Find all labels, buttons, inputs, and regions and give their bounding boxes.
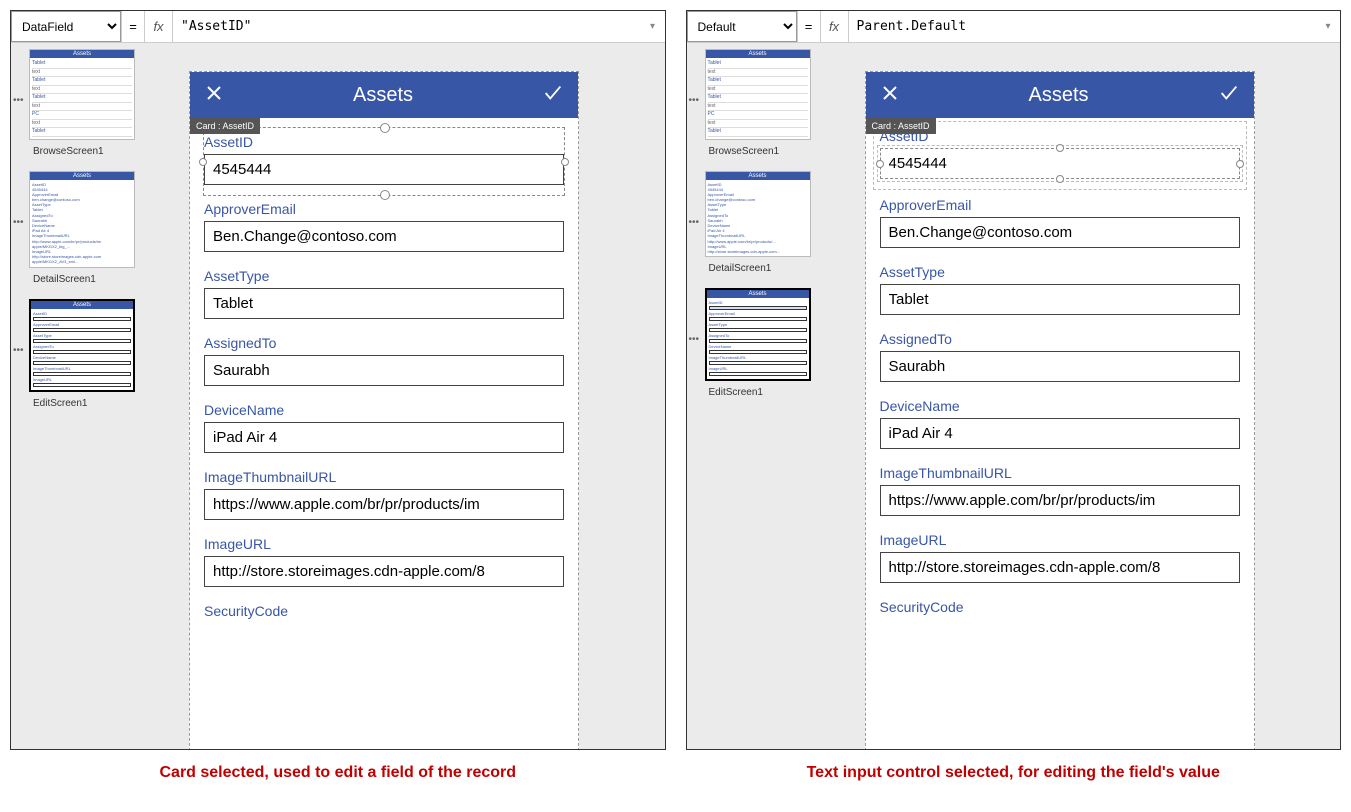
equals-icon: = (121, 11, 145, 42)
formula-bar: DataField = fx ▾ (11, 11, 665, 43)
assignedto-input[interactable] (880, 351, 1240, 382)
more-icon[interactable]: ••• (13, 217, 24, 228)
formula-input[interactable] (849, 11, 1317, 42)
thumb-detail[interactable]: Assets AssetID4545444ApproverEmailben.ch… (29, 171, 135, 268)
approveremail-input[interactable] (880, 217, 1240, 248)
card-devicename[interactable]: DeviceName (204, 396, 564, 463)
field-label: DeviceName (204, 402, 564, 422)
form-body: AssetID ApproverEmail AssetType (190, 118, 578, 643)
card-devicename[interactable]: DeviceName (880, 392, 1240, 459)
phone-title: Assets (353, 84, 413, 107)
panel-card-selected: DataField = fx ▾ ••• Assets TablettextTa… (10, 10, 666, 786)
field-label: SecurityCode (204, 603, 564, 623)
more-icon[interactable]: ••• (689, 217, 700, 228)
equals-icon: = (797, 11, 821, 42)
card-securitycode[interactable]: SecurityCode (880, 593, 1240, 629)
close-icon[interactable] (204, 83, 224, 108)
assetid-input[interactable] (204, 154, 564, 185)
formula-input[interactable] (173, 11, 641, 42)
field-label: ApproverEmail (204, 201, 564, 221)
check-icon[interactable] (1218, 82, 1240, 109)
imagethumburl-input[interactable] (204, 489, 564, 520)
thumb-edit[interactable]: Assets AssetIDApproverEmailAssetTypeAssi… (29, 299, 135, 392)
card-assetid[interactable]: AssetID (203, 127, 565, 196)
thumb-browse[interactable]: Assets TablettextTablettextTablettextPCt… (705, 49, 811, 140)
assettype-input[interactable] (204, 288, 564, 319)
card-imagethumburl[interactable]: ImageThumbnailURL (880, 459, 1240, 526)
panel-input-selected: Default = fx ▾ ••• Assets TablettextTabl… (686, 10, 1342, 786)
property-dropdown[interactable]: DataField (11, 11, 121, 42)
field-label: AssetType (204, 268, 564, 288)
devicename-input[interactable] (880, 418, 1240, 449)
more-icon[interactable]: ••• (13, 345, 24, 356)
phone-header: Assets (866, 72, 1254, 118)
field-label: ImageURL (204, 536, 564, 556)
more-icon[interactable]: ••• (13, 95, 24, 106)
more-icon[interactable]: ••• (689, 95, 700, 106)
formula-dropdown-icon[interactable]: ▾ (641, 11, 665, 42)
card-securitycode[interactable]: SecurityCode (204, 597, 564, 633)
field-label: DeviceName (880, 398, 1240, 418)
phone-header: Assets (190, 72, 578, 118)
field-label: ApproverEmail (880, 197, 1240, 217)
thumb-label-browse: BrowseScreen1 (691, 144, 811, 167)
screens-thumbnail-column: ••• Assets TablettextTablettextTablettex… (687, 43, 815, 749)
formula-bar: Default = fx ▾ (687, 11, 1341, 43)
card-assignedto[interactable]: AssignedTo (204, 329, 564, 396)
assignedto-input[interactable] (204, 355, 564, 386)
thumb-label-detail: DetailScreen1 (691, 261, 811, 284)
card-imageurl[interactable]: ImageURL (880, 526, 1240, 593)
card-assettype[interactable]: AssetType (204, 262, 564, 329)
assettype-input[interactable] (880, 284, 1240, 315)
more-icon[interactable]: ••• (689, 334, 700, 345)
phone-canvas[interactable]: Assets Card : AssetID AssetID Approv (189, 71, 579, 749)
imageurl-input[interactable] (204, 556, 564, 587)
thumb-edit[interactable]: Assets AssetIDApproverEmailAssetTypeAssi… (705, 288, 811, 381)
card-tag: Card : AssetID (866, 118, 936, 134)
approveremail-input[interactable] (204, 221, 564, 252)
thumb-label-edit: EditScreen1 (691, 385, 811, 408)
screens-thumbnail-column: ••• Assets TablettextTablettextTablettex… (11, 43, 139, 749)
thumb-label-edit: EditScreen1 (15, 396, 135, 419)
thumb-browse[interactable]: Assets TablettextTablettextTablettextPCt… (29, 49, 135, 140)
thumb-label-detail: DetailScreen1 (15, 272, 135, 295)
imageurl-input[interactable] (880, 552, 1240, 583)
card-approveremail[interactable]: ApproverEmail (880, 183, 1240, 258)
check-icon[interactable] (542, 82, 564, 109)
card-imageurl[interactable]: ImageURL (204, 530, 564, 597)
card-assignedto[interactable]: AssignedTo (880, 325, 1240, 392)
imagethumburl-input[interactable] (880, 485, 1240, 516)
phone-canvas[interactable]: Assets Card : AssetID AssetID (865, 71, 1255, 749)
card-approveremail[interactable]: ApproverEmail (204, 195, 564, 262)
card-imagethumburl[interactable]: ImageThumbnailURL (204, 463, 564, 530)
field-label: ImageThumbnailURL (880, 465, 1240, 485)
field-label: AssignedTo (880, 331, 1240, 351)
card-assettype[interactable]: AssetType (880, 258, 1240, 325)
caption-right: Text input control selected, for editing… (686, 750, 1342, 786)
field-label: AssignedTo (204, 335, 564, 355)
thumb-detail[interactable]: Assets AssetID4545444ApproverEmailben.ch… (705, 171, 811, 258)
formula-dropdown-icon[interactable]: ▾ (1316, 11, 1340, 42)
fx-icon: fx (821, 11, 849, 42)
close-icon[interactable] (880, 83, 900, 108)
caption-left: Card selected, used to edit a field of t… (10, 750, 666, 786)
phone-title: Assets (1028, 84, 1088, 107)
card-tag: Card : AssetID (190, 118, 260, 134)
devicename-input[interactable] (204, 422, 564, 453)
property-dropdown[interactable]: Default (687, 11, 797, 42)
form-body: AssetID ApproverEmail (866, 118, 1254, 639)
fx-icon: fx (145, 11, 173, 42)
field-label: ImageThumbnailURL (204, 469, 564, 489)
field-label: AssetType (880, 264, 1240, 284)
field-label: ImageURL (880, 532, 1240, 552)
field-label: SecurityCode (880, 599, 1240, 619)
thumb-label-browse: BrowseScreen1 (15, 144, 135, 167)
field-label: AssetID (204, 134, 564, 154)
